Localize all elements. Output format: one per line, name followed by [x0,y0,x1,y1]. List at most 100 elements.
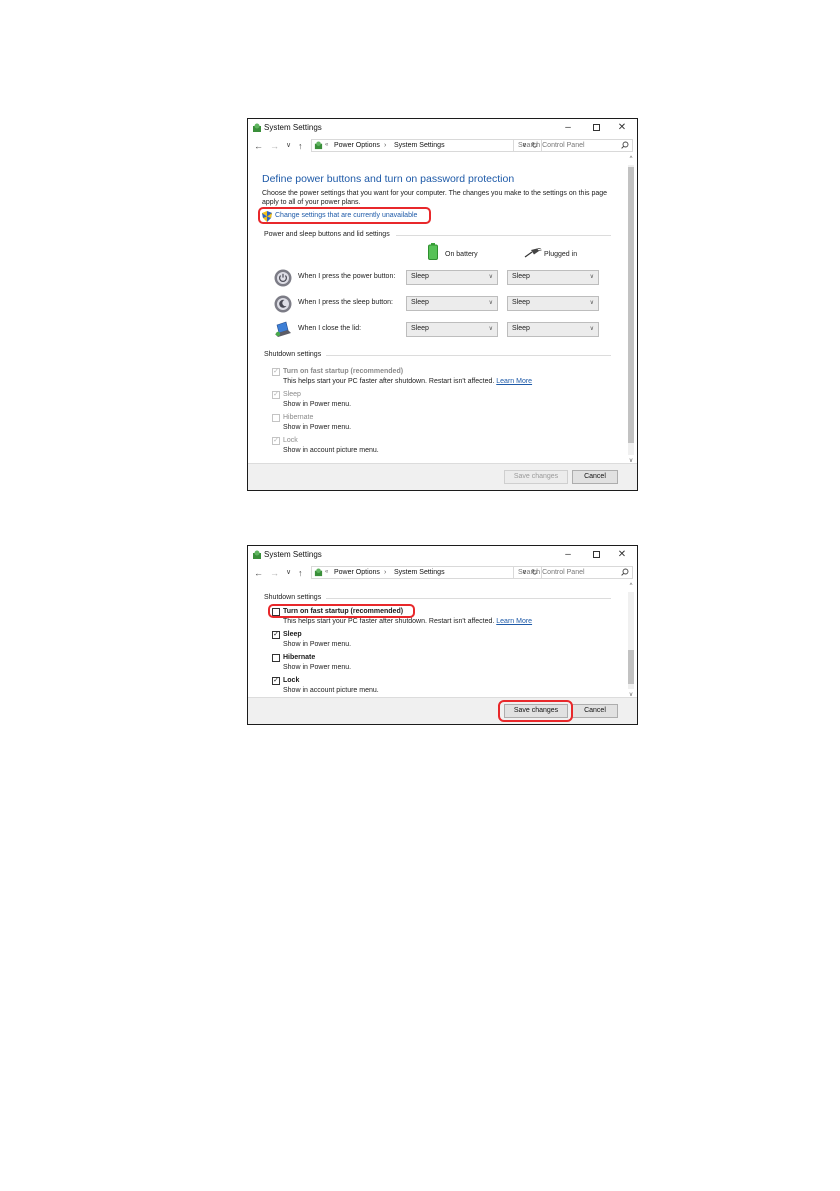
back-arrow-icon[interactable]: ← [254,566,263,580]
power-button-plugged-in-select[interactable]: Sleep ∨ [507,270,599,285]
recent-locations-icon[interactable]: ∨ [286,566,291,580]
learn-more-link[interactable]: Learn More [496,378,532,385]
select-value: Sleep [512,325,530,332]
breadcrumb-power-options[interactable]: Power Options [334,567,380,578]
forward-arrow-icon[interactable]: → [270,566,279,580]
learn-more-link[interactable]: Learn More [496,618,532,625]
select-value: Sleep [411,299,429,306]
highlight-annotation [498,700,573,722]
button-bar: Save changes Cancel [248,697,637,724]
breadcrumb-system-settings[interactable]: System Settings [394,567,445,578]
search-box[interactable]: Search Control Panel [513,139,633,152]
up-arrow-icon[interactable]: ↑ [298,139,303,153]
search-input[interactable]: Search Control Panel [518,140,585,151]
search-input[interactable]: Search Control Panel [518,567,585,578]
window-title: System Settings [264,550,322,559]
page-title: Define power buttons and turn on passwor… [262,173,515,185]
control-panel-icon [314,141,323,150]
minimize-icon: – [565,549,571,560]
close-icon: ✕ [617,549,627,560]
navigation-bar: ← → ∨ ↑ « Power Options › System Setting… [248,138,637,154]
scroll-thumb[interactable] [628,167,634,443]
sleep-button-on-battery-select[interactable]: Sleep ∨ [406,296,498,311]
lid-label: When I close the lid: [298,325,362,332]
sleep-button-plugged-in-select[interactable]: Sleep ∨ [507,296,599,311]
maximize-icon [592,550,600,558]
minimize-button[interactable]: – [557,548,579,562]
title-bar[interactable]: System Settings – ✕ [248,546,637,564]
breadcrumb-separator-icon[interactable]: › [384,567,386,578]
lock-description: Show in account picture menu. [283,687,379,694]
address-bar[interactable]: « Power Options › System Settings ∨ ↻ [311,139,542,152]
scroll-up-icon[interactable]: ^ [627,582,635,590]
cancel-button[interactable]: Cancel [572,704,618,718]
close-icon: ✕ [617,122,627,133]
sleep-label: Sleep [283,391,301,398]
up-arrow-icon[interactable]: ↑ [298,566,303,580]
hibernate-checkbox[interactable] [272,414,280,422]
power-button-label: When I press the power button: [298,273,396,280]
maximize-button[interactable] [585,121,607,135]
vertical-scrollbar[interactable]: ^ v [627,582,635,699]
search-icon [621,568,629,576]
save-changes-button[interactable]: Save changes [504,470,568,484]
laptop-lid-icon [275,321,291,337]
close-button[interactable]: ✕ [611,548,633,562]
chevron-down-icon: ∨ [589,326,594,332]
scroll-up-icon[interactable]: ^ [627,155,635,163]
minimize-button[interactable]: – [557,121,579,135]
forward-arrow-icon[interactable]: → [270,139,279,153]
navigation-bar: ← → ∨ ↑ « Power Options › System Setting… [248,565,637,581]
search-box[interactable]: Search Control Panel [513,566,633,579]
close-button[interactable]: ✕ [611,121,633,135]
breadcrumb-system-settings[interactable]: System Settings [394,140,445,151]
hibernate-checkbox[interactable] [272,654,280,662]
hibernate-description: Show in Power menu. [283,424,352,431]
breadcrumb-separator-icon[interactable]: › [384,140,386,151]
plug-icon [524,248,542,258]
section-divider [326,598,611,599]
recent-locations-icon[interactable]: ∨ [286,139,291,153]
sleep-checkbox[interactable]: ✓ [272,631,280,639]
sleep-button-setting-row: When I press the sleep button: Sleep ∨ S… [248,293,637,315]
on-battery-header: On battery [445,251,478,258]
lock-checkbox[interactable]: ✓ [272,677,280,685]
fast-startup-description: This helps start your PC faster after sh… [283,618,532,625]
title-bar[interactable]: System Settings – ✕ [248,119,637,137]
page-description: Choose the power settings that you want … [262,190,608,206]
power-button-on-battery-select[interactable]: Sleep ∨ [406,270,498,285]
sleep-checkbox[interactable]: ✓ [272,391,280,399]
address-bar[interactable]: « Power Options › System Settings ∨ ↻ [311,566,542,579]
lid-plugged-in-select[interactable]: Sleep ∨ [507,322,599,337]
chevron-down-icon: ∨ [488,326,493,332]
vertical-scrollbar[interactable]: ^ v [627,155,635,465]
lock-label: Lock [283,677,300,684]
system-settings-window-enabled: System Settings – ✕ ← → ∨ ↑ « Power Opti… [247,545,638,725]
select-value: Sleep [512,273,530,280]
chevron-down-icon: ∨ [589,274,594,280]
shutdown-section-title: Shutdown settings [264,594,322,601]
control-panel-icon [253,550,261,559]
lid-on-battery-select[interactable]: Sleep ∨ [406,322,498,337]
hibernate-description: Show in Power menu. [283,664,352,671]
cancel-button[interactable]: Cancel [572,470,618,484]
control-panel-icon [314,568,323,577]
back-arrow-icon[interactable]: ← [254,139,263,153]
battery-icon [428,243,438,260]
plugged-in-header: Plugged in [544,251,578,258]
scroll-thumb[interactable] [628,650,634,684]
lock-checkbox[interactable]: ✓ [272,437,280,445]
button-bar: Save changes Cancel [248,463,637,490]
breadcrumb-power-options[interactable]: Power Options [334,140,380,151]
breadcrumb-overflow-icon[interactable]: « [325,140,328,151]
maximize-button[interactable] [585,548,607,562]
lid-setting-row: When I close the lid: Sleep ∨ Sleep ∨ [248,319,637,341]
sleep-label: Sleep [283,631,302,638]
fast-startup-description-text: This helps start your PC faster after sh… [283,618,495,625]
select-value: Sleep [512,299,530,306]
highlight-annotation [268,604,415,618]
system-settings-window-disabled: System Settings – ✕ ← → ∨ ↑ « Power Opti… [247,118,638,491]
control-panel-icon [253,123,261,132]
fast-startup-checkbox[interactable]: ✓ [272,368,280,376]
breadcrumb-overflow-icon[interactable]: « [325,567,328,578]
